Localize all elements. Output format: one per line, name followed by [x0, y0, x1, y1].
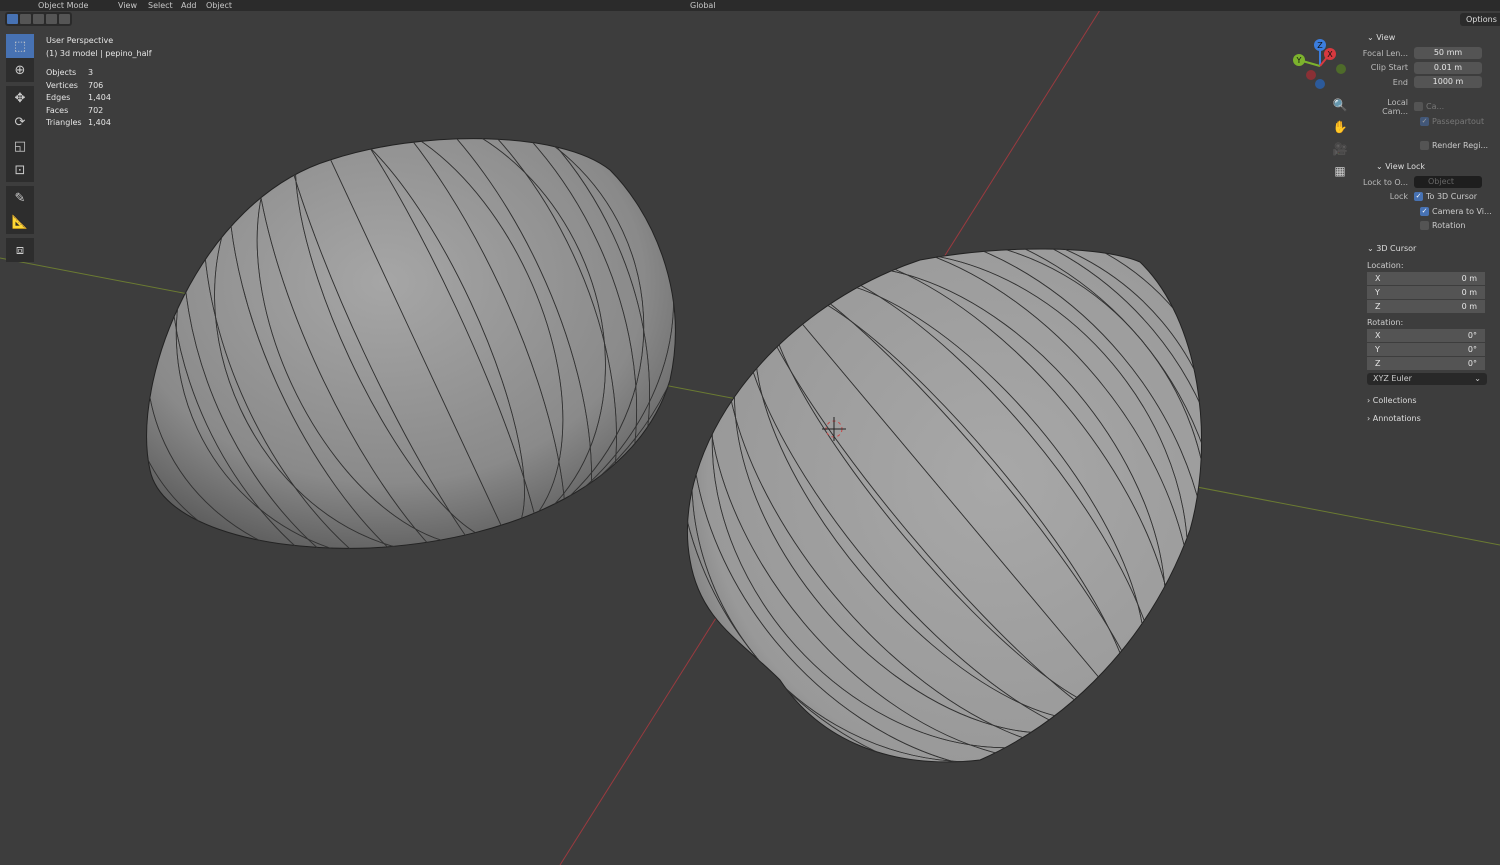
stat-value: 706 — [88, 80, 104, 90]
camera-to-view-checkbox[interactable]: ✓ — [1420, 206, 1429, 216]
section-title: View Lock — [1385, 161, 1426, 171]
cursor-rotation-x[interactable]: X 0° — [1367, 329, 1485, 342]
section-title: Collections — [1372, 395, 1417, 405]
annotate-tool-icon[interactable]: ✎ — [6, 186, 34, 210]
pan-hand-icon[interactable]: ✋ — [1330, 117, 1350, 137]
section-title: 3D Cursor — [1376, 243, 1417, 253]
section-title: Annotations — [1372, 413, 1421, 423]
rotation-mode-select[interactable]: XYZ Euler ⌄ — [1367, 373, 1487, 385]
cursor-rotation-y[interactable]: Y 0° — [1367, 343, 1485, 356]
clip-start-label: Clip Start — [1370, 63, 1408, 73]
orientation-dropdown[interactable]: Global — [690, 1, 716, 10]
tool-shelf: ⬚ ⊕ ✥ ⟳ ◱ ⊡ ✎ 📐 ⧈ — [6, 34, 34, 262]
focal-length-label: Focal Len... — [1362, 48, 1408, 58]
cursor-rotation-z[interactable]: Z 0° — [1367, 357, 1485, 370]
passepartout-label: Passepartout — [1432, 116, 1485, 126]
to-3d-cursor-checkbox[interactable]: ✓ — [1414, 192, 1423, 202]
scale-tool-icon[interactable]: ◱ — [6, 134, 34, 158]
stat-value: 1,404 — [88, 118, 111, 127]
perspective-label: User Perspective — [46, 36, 114, 45]
grid-perspective-icon[interactable]: ▦ — [1330, 161, 1350, 181]
3d-cursor-section-header[interactable]: ⌄ 3D Cursor — [1362, 239, 1494, 257]
move-tool-icon[interactable]: ✥ — [6, 86, 34, 110]
select-tool-icon[interactable]: ⬚ — [6, 34, 34, 58]
navigation-gizmo[interactable]: Z Y X — [1293, 39, 1346, 89]
measure-tool-icon[interactable]: 📐 — [6, 210, 34, 234]
stat-label: Objects — [46, 68, 77, 77]
clip-start-field[interactable]: 0.01 m — [1414, 61, 1482, 74]
svg-text:X: X — [1327, 50, 1333, 59]
focal-length-field[interactable]: 50 mm — [1414, 47, 1482, 60]
collections-section-header[interactable]: › Collections — [1362, 391, 1494, 409]
cursor-location-y[interactable]: Y0 m — [1367, 286, 1485, 299]
stat-label: Vertices — [46, 80, 78, 90]
menu-select[interactable]: Select — [148, 1, 173, 10]
cursor-location-z[interactable]: Z0 m — [1367, 300, 1485, 313]
annotations-section-header[interactable]: › Annotations — [1362, 409, 1494, 427]
add-cube-tool-icon[interactable]: ⧈ — [6, 238, 34, 262]
stat-label: Triangles — [46, 118, 82, 127]
view-lock-section-header[interactable]: ⌄ View Lock — [1362, 157, 1494, 175]
stat-value: 1,404 — [88, 93, 111, 102]
menu-object[interactable]: Object — [206, 1, 232, 10]
local-camera-checkbox[interactable] — [1414, 102, 1423, 112]
stat-label: Edges — [46, 93, 71, 102]
mode-dropdown[interactable]: Object Mode — [38, 1, 88, 10]
stat-value: 702 — [88, 105, 104, 115]
rotation-label: Rotation: — [1367, 318, 1404, 327]
rotate-tool-icon[interactable]: ⟳ — [6, 110, 34, 134]
mesh-right — [686, 248, 1202, 763]
menu-view[interactable]: View — [118, 1, 137, 10]
scene-statistics: Objects 3 Vertices 706 Edges 1,404 Faces 702… — [46, 67, 152, 130]
local-camera-label: Local Cam... — [1382, 97, 1408, 116]
viewport-overlay-text: User Perspective (1) 3d model | pepino_h… — [46, 35, 152, 130]
menu-add[interactable]: Add — [181, 1, 197, 10]
render-region-checkbox[interactable] — [1420, 141, 1429, 151]
section-title: View — [1376, 32, 1396, 42]
view-section-header[interactable]: ⌄ View — [1362, 28, 1494, 46]
zoom-icon[interactable]: 🔍 — [1330, 95, 1350, 115]
mesh-left — [146, 138, 676, 549]
lock-object-field[interactable]: Object — [1414, 176, 1482, 189]
clip-end-field[interactable]: 1000 m — [1414, 76, 1482, 89]
3d-viewport[interactable]: Z Y X — [0, 8, 1500, 865]
svg-text:Y: Y — [1296, 56, 1302, 65]
camera-to-view-label: Camera to Vi... — [1432, 206, 1492, 216]
object-info: (1) 3d model | pepino_half — [46, 48, 152, 58]
to-3d-cursor-label: To 3D Cursor — [1426, 192, 1478, 202]
selection-mode-buttons[interactable] — [5, 12, 72, 26]
cursor-location-x[interactable]: X0 m — [1367, 272, 1485, 285]
cursor-tool-icon[interactable]: ⊕ — [6, 58, 34, 82]
header-bar: Object Mode View Select Add Object Globa… — [0, 0, 1500, 11]
transform-tool-icon[interactable]: ⊡ — [6, 158, 34, 182]
camera-icon[interactable]: 🎥 — [1330, 139, 1350, 159]
stat-value: 3 — [88, 68, 94, 77]
clip-end-label: End — [1392, 77, 1408, 87]
stat-label: Faces — [46, 105, 69, 115]
options-button[interactable]: Options — [1460, 13, 1500, 26]
local-camera-field[interactable]: Ca... — [1426, 102, 1444, 111]
rotation-lock-checkbox[interactable] — [1420, 221, 1429, 231]
svg-text:Z: Z — [1317, 41, 1323, 50]
lock-label: Lock — [1389, 192, 1408, 202]
location-label: Location: — [1367, 261, 1404, 270]
lock-to-label: Lock to O... — [1363, 177, 1408, 187]
passepartout-checkbox[interactable]: ✓ — [1420, 116, 1429, 126]
render-region-label: Render Regi... — [1432, 141, 1489, 151]
rotation-lock-label: Rotation — [1432, 221, 1466, 231]
sidebar-view-panel: ⌄ View Focal Len... 50 mm Clip Start 0.01 … — [1362, 28, 1494, 458]
viewport-nav-buttons: 🔍 ✋ 🎥 ▦ — [1330, 95, 1350, 183]
